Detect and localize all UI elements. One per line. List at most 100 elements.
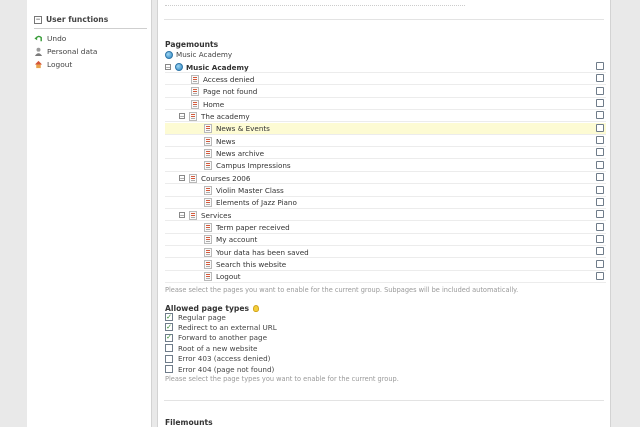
page-checkbox[interactable] (596, 99, 604, 108)
tree-row[interactable]: − Courses 2006 (165, 172, 606, 185)
page-type-checkbox[interactable]: ✓ (165, 313, 173, 321)
tree-row[interactable]: News (165, 135, 606, 148)
page-icon (204, 198, 212, 208)
top-input-fragment (165, 0, 465, 6)
tree-row[interactable]: Violin Master Class (165, 185, 606, 197)
page-checkbox[interactable] (596, 62, 604, 70)
tree-row-label: Your data has been saved (216, 247, 309, 257)
page-icon (189, 173, 197, 183)
page-icon (204, 223, 212, 233)
page-checkbox[interactable] (596, 160, 604, 169)
page-icon (204, 186, 212, 195)
tree-row[interactable]: Elements of Jazz Piano (165, 197, 606, 209)
page-icon (191, 74, 199, 84)
page-icon (204, 136, 212, 146)
tree-row-content: Campus Impressions (204, 161, 291, 171)
collapse-icon[interactable]: − (165, 64, 171, 70)
sidebar-item-label: Personal data (47, 47, 98, 56)
page-type-label: Forward to another page (178, 333, 268, 343)
page-type-option[interactable]: Error 404 (page not found) (165, 364, 274, 374)
tree-row[interactable]: News archive (165, 147, 606, 160)
page-checkbox[interactable] (596, 173, 604, 182)
page-icon (204, 148, 212, 158)
pagemounts-title: Pagemounts (165, 40, 219, 49)
collapse-icon[interactable]: − (179, 212, 185, 219)
tree-row-label: Violin Master Class (216, 186, 284, 195)
tree-row[interactable]: − Music Academy (165, 61, 606, 73)
page-checkbox[interactable] (596, 111, 604, 120)
collapse-icon[interactable]: − (34, 15, 42, 24)
page-checkbox[interactable] (596, 234, 604, 243)
sidebar-item-undo[interactable]: Undo (34, 33, 66, 44)
page-type-checkbox[interactable]: ✓ (165, 333, 173, 342)
tree-row-label: Logout (216, 272, 241, 282)
sidebar: − User functions Undo Personal data Logo… (27, 0, 152, 427)
sidebar-item-label: Logout (47, 60, 73, 69)
tree-row[interactable]: Access denied (165, 73, 606, 86)
page-icon (204, 235, 212, 245)
page-type-checkbox[interactable] (165, 365, 173, 373)
tree-row-label: News archive (216, 148, 265, 158)
collapse-icon[interactable]: − (179, 113, 185, 120)
page-type-checkbox[interactable]: ✓ (165, 323, 173, 332)
page-icon (204, 247, 212, 257)
page-icon (204, 161, 212, 171)
page-type-option[interactable]: Error 403 (access denied) (165, 354, 270, 364)
sidebar-item-label: Undo (47, 34, 67, 43)
page-checkbox[interactable] (596, 259, 604, 268)
page-checkbox[interactable] (596, 222, 604, 231)
sidebar-item-personal-data[interactable]: Personal data (34, 46, 97, 57)
page-checkbox[interactable] (596, 86, 604, 95)
page-type-option[interactable]: ✓ Regular page (165, 312, 226, 322)
page-icon (191, 87, 199, 97)
tree-row-content: My account (204, 235, 257, 245)
page-checkbox[interactable] (596, 197, 604, 206)
page-checkbox[interactable] (596, 123, 604, 132)
page-icon (189, 210, 197, 220)
page-type-option[interactable]: Root of a new website (165, 343, 257, 353)
tree-row-label: Home (203, 99, 225, 109)
tree-row-content: − Courses 2006 (179, 173, 250, 183)
tree-row[interactable]: Page not found (165, 86, 606, 98)
tree-row-label: Page not found (203, 87, 258, 97)
tree-row[interactable]: News & Events (165, 122, 606, 135)
collapse-icon[interactable]: − (179, 175, 185, 182)
tree-row-content: News archive (204, 148, 264, 158)
tree-row-content: Violin Master Class (204, 186, 284, 196)
tree-row-label: The academy (201, 111, 250, 121)
tree-row-content: News (204, 136, 235, 146)
page-checkbox[interactable] (596, 247, 604, 256)
tree-row[interactable]: Your data has been saved (165, 246, 606, 259)
page-icon (204, 272, 212, 282)
tree-row-content: Your data has been saved (204, 247, 309, 257)
page-checkbox[interactable] (596, 210, 604, 219)
page-checkbox[interactable] (596, 74, 604, 83)
tree-row[interactable]: Term paper received (165, 222, 606, 234)
user-functions-title: User functions (46, 15, 109, 24)
tree-row[interactable]: Campus Impressions (165, 160, 606, 172)
page-icon (204, 124, 212, 134)
tree-row[interactable]: Search this website (165, 259, 606, 271)
sidebar-item-logout[interactable]: Logout (34, 59, 72, 70)
pagemounts-root: Music Academy (165, 50, 605, 59)
tree-row[interactable]: Home (165, 98, 606, 111)
page-type-option[interactable]: ✓ Redirect to an external URL (165, 322, 277, 332)
tree-row-label: Campus Impressions (216, 161, 291, 171)
user-icon (34, 47, 43, 56)
tree-row-label: Search this website (216, 260, 287, 270)
tree-row[interactable]: − Services (165, 209, 606, 222)
page-checkbox[interactable] (596, 136, 604, 145)
user-functions-header[interactable]: − User functions (34, 15, 146, 24)
tree-row[interactable]: Logout (165, 271, 606, 283)
page-type-option[interactable]: ✓ Forward to another page (165, 333, 267, 343)
page-checkbox[interactable] (596, 271, 604, 280)
tree-row[interactable]: − The academy (165, 110, 606, 123)
tree-row[interactable]: My account (165, 234, 606, 246)
page-checkbox[interactable] (596, 185, 604, 194)
page-checkbox[interactable] (596, 148, 604, 157)
page-icon (189, 111, 197, 121)
page-type-checkbox[interactable] (165, 344, 173, 353)
tree-row-label: News (216, 136, 236, 146)
page-type-checkbox[interactable] (165, 354, 173, 363)
help-bulb-icon[interactable] (253, 305, 260, 312)
